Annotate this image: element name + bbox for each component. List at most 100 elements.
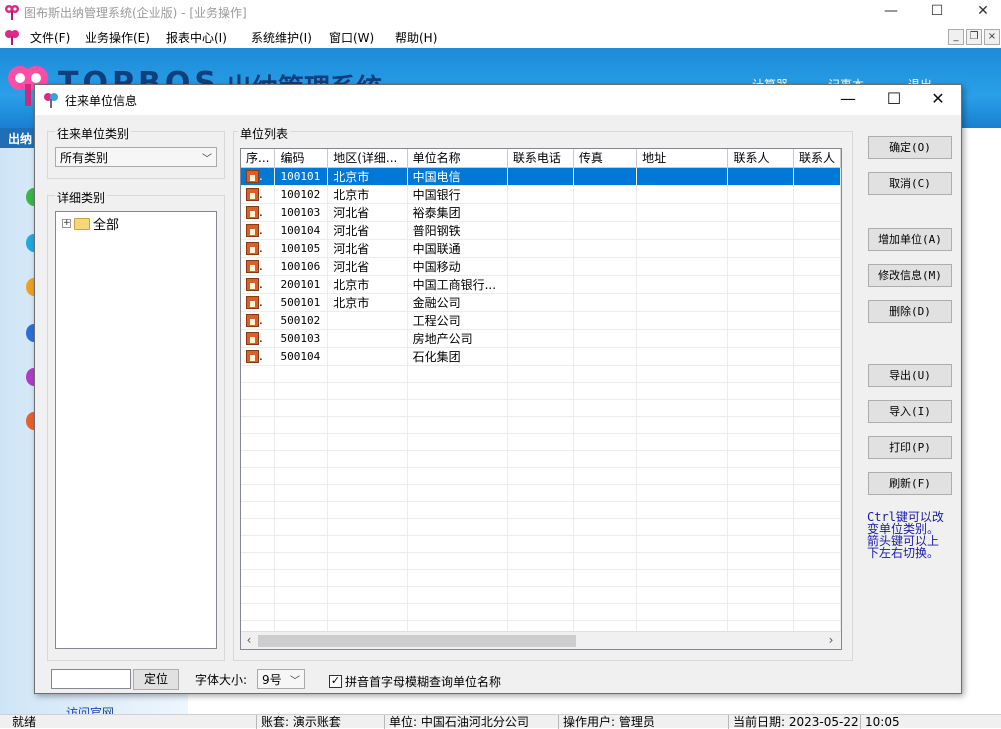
scroll-left-icon[interactable]: ‹ bbox=[241, 633, 257, 649]
maximize-icon[interactable]: ☐ bbox=[914, 0, 960, 24]
scroll-right-icon[interactable]: › bbox=[823, 633, 839, 649]
table-row[interactable] bbox=[241, 365, 841, 383]
pinyin-checkbox[interactable]: ✓ bbox=[329, 675, 342, 688]
export-button[interactable]: 导出(U) bbox=[868, 364, 952, 387]
col-header-contact-2[interactable]: 联系人 bbox=[793, 149, 841, 168]
table-row[interactable]: . 100103 河北省 裕泰集团 bbox=[241, 203, 841, 222]
col-header-region[interactable]: 地区(详细... bbox=[327, 149, 408, 168]
table-row[interactable]: . 100106 河北省 中国移动 bbox=[241, 257, 841, 276]
row-seq-cell: . bbox=[241, 167, 276, 186]
table-row[interactable] bbox=[241, 450, 841, 468]
col-header-address[interactable]: 地址 bbox=[636, 149, 729, 168]
cancel-button[interactable]: 取消(C) bbox=[868, 172, 952, 195]
table-row[interactable] bbox=[241, 569, 841, 587]
row-empty-cell bbox=[727, 347, 794, 366]
table-row[interactable] bbox=[241, 501, 841, 519]
empty-cell bbox=[507, 569, 574, 587]
expand-icon[interactable]: + bbox=[62, 219, 71, 228]
table-row[interactable]: . 500104 石化集团 bbox=[241, 347, 841, 366]
empty-cell bbox=[327, 467, 408, 485]
table-row[interactable]: . 200101 北京市 中国工商银行... bbox=[241, 275, 841, 294]
menu-reports[interactable]: 报表中心(I) bbox=[166, 29, 227, 46]
table-row[interactable] bbox=[241, 586, 841, 604]
edit-info-button[interactable]: 修改信息(M) bbox=[868, 264, 952, 287]
tree-node-all[interactable]: + 全部 bbox=[62, 214, 119, 233]
col-header-code[interactable]: 编码 bbox=[274, 149, 329, 168]
dialog-maximize-icon[interactable]: ☐ bbox=[871, 85, 917, 115]
menu-help[interactable]: 帮助(H) bbox=[395, 29, 437, 46]
ok-button[interactable]: 确定(O) bbox=[868, 136, 952, 159]
horizontal-scrollbar[interactable]: ‹ › bbox=[241, 631, 841, 649]
mdi-restore-icon[interactable]: ❐ bbox=[966, 29, 982, 45]
add-unit-button[interactable]: 增加单位(A) bbox=[868, 228, 952, 251]
table-row[interactable] bbox=[241, 552, 841, 570]
menu-system[interactable]: 系统维护(I) bbox=[251, 29, 312, 46]
table-row[interactable] bbox=[241, 416, 841, 434]
table-row[interactable] bbox=[241, 382, 841, 400]
refresh-button[interactable]: 刷新(F) bbox=[868, 472, 952, 495]
table-row[interactable]: . 100101 北京市 中国电信 bbox=[241, 167, 841, 186]
mdi-minimize-icon[interactable]: _ bbox=[948, 29, 964, 45]
pinyin-checkbox-row[interactable]: ✓ 拼音首字母模糊查询单位名称 bbox=[329, 673, 501, 690]
table-row[interactable] bbox=[241, 467, 841, 485]
row-empty-cell bbox=[793, 293, 841, 312]
table-row[interactable]: . 500103 房地产公司 bbox=[241, 329, 841, 348]
table-row[interactable]: . 500101 北京市 金融公司 bbox=[241, 293, 841, 312]
import-button[interactable]: 导入(I) bbox=[868, 400, 952, 423]
menu-business[interactable]: 业务操作(E) bbox=[85, 29, 150, 46]
empty-cell bbox=[507, 603, 574, 621]
menu-window[interactable]: 窗口(W) bbox=[329, 29, 374, 46]
table-row[interactable] bbox=[241, 603, 841, 621]
minimize-icon[interactable]: — bbox=[868, 0, 914, 24]
empty-cell bbox=[274, 365, 329, 383]
table-row[interactable] bbox=[241, 399, 841, 417]
row-empty-cell bbox=[573, 275, 638, 294]
empty-cell bbox=[241, 365, 276, 383]
col-header-name[interactable]: 单位名称 bbox=[407, 149, 508, 168]
empty-cell bbox=[407, 416, 508, 434]
empty-cell bbox=[407, 484, 508, 502]
row-code: 100102 bbox=[274, 185, 329, 204]
row-empty-cell bbox=[507, 221, 574, 240]
status-date: 当前日期: 2023-05-22 bbox=[728, 715, 860, 729]
col-header-fax[interactable]: 传真 bbox=[573, 149, 638, 168]
table-row[interactable] bbox=[241, 535, 841, 553]
row-empty-cell bbox=[636, 257, 729, 276]
col-header-phone[interactable]: 联系电话 bbox=[507, 149, 574, 168]
menu-file[interactable]: 文件(F) bbox=[30, 29, 70, 46]
unit-list-grid[interactable]: 序... 编码 地区(详细... 单位名称 联系电话 传真 地址 联系人 联系人… bbox=[240, 148, 842, 650]
font-size-label: 字体大小: bbox=[195, 673, 248, 687]
empty-cell bbox=[793, 382, 841, 400]
table-row[interactable] bbox=[241, 518, 841, 536]
col-header-seq[interactable]: 序... bbox=[241, 149, 276, 168]
row-empty-cell bbox=[793, 275, 841, 294]
print-button[interactable]: 打印(P) bbox=[868, 436, 952, 459]
row-empty-cell bbox=[507, 167, 574, 186]
table-row[interactable] bbox=[241, 484, 841, 502]
table-row[interactable]: . 100102 北京市 中国银行 bbox=[241, 185, 841, 204]
dialog-minimize-icon[interactable]: — bbox=[825, 85, 871, 115]
table-row[interactable]: . 100105 河北省 中国联通 bbox=[241, 239, 841, 258]
table-row[interactable] bbox=[241, 433, 841, 451]
category-tree[interactable]: + 全部 bbox=[55, 211, 217, 649]
chevron-down-icon: ﹀ bbox=[290, 676, 300, 687]
locate-button[interactable]: 定位 bbox=[133, 669, 179, 690]
table-row[interactable]: . 100104 河北省 普阳钢铁 bbox=[241, 221, 841, 240]
close-icon[interactable]: ✕ bbox=[960, 0, 1001, 24]
col-header-contact[interactable]: 联系人 bbox=[727, 149, 794, 168]
table-row[interactable]: . 500102 工程公司 bbox=[241, 311, 841, 330]
font-size-select[interactable]: 9号 ﹀ bbox=[257, 669, 305, 689]
row-seq-cell: . bbox=[241, 311, 276, 330]
mdi-close-icon[interactable]: × bbox=[984, 29, 1000, 45]
dialog-close-icon[interactable]: ✕ bbox=[915, 85, 961, 115]
locate-input[interactable] bbox=[51, 669, 131, 689]
empty-cell bbox=[727, 382, 794, 400]
category-select[interactable]: 所有类别 ﹀ bbox=[55, 147, 217, 167]
row-seq-cell: . bbox=[241, 203, 276, 222]
empty-cell bbox=[241, 433, 276, 451]
scrollbar-thumb[interactable] bbox=[258, 635, 576, 647]
row-empty-cell bbox=[793, 167, 841, 186]
empty-cell bbox=[274, 467, 329, 485]
row-empty-cell bbox=[727, 221, 794, 240]
delete-button[interactable]: 删除(D) bbox=[868, 300, 952, 323]
